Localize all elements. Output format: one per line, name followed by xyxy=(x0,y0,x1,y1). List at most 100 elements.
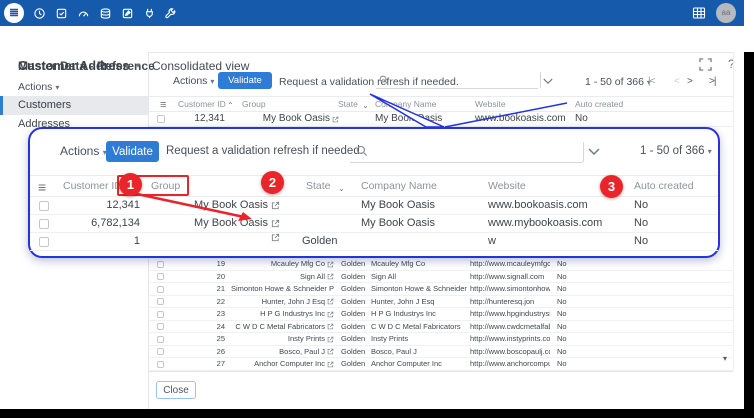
caret-down-icon[interactable]: ▾ xyxy=(125,62,129,71)
app-logo-icon[interactable]: ≣ xyxy=(4,3,24,23)
sort-down-icon[interactable]: ⌄ xyxy=(338,179,345,199)
external-link-icon[interactable] xyxy=(332,116,339,123)
plug-icon[interactable] xyxy=(143,7,156,20)
table-row[interactable]: 21Simonton Howe & Schneider PGoldenSimon… xyxy=(149,283,733,296)
form-edit-icon[interactable] xyxy=(121,7,134,20)
cell-customer-id: 12,341 xyxy=(60,197,140,214)
cell-state: Golden xyxy=(302,233,337,250)
database-icon[interactable] xyxy=(99,7,112,20)
cell-group[interactable] xyxy=(140,233,280,242)
external-link-icon[interactable] xyxy=(327,361,334,368)
row-range-selector[interactable]: 1 - 50 of 366 ▾ xyxy=(640,145,712,157)
table-row[interactable]: 20Sign AllGoldenSign Allhttp://www.signa… xyxy=(149,271,733,284)
task-check-icon[interactable] xyxy=(55,7,68,20)
column-header-state[interactable]: State xyxy=(306,176,331,196)
row-checkbox[interactable] xyxy=(157,348,164,355)
cell-group[interactable]: Sign All xyxy=(209,271,334,283)
sidebar-actions-menu[interactable]: Actions ▾ xyxy=(18,81,59,93)
column-header-customer-id[interactable]: Customer ID xyxy=(63,176,122,196)
row-checkbox[interactable] xyxy=(157,273,164,280)
user-avatar[interactable]: aa xyxy=(716,3,736,23)
row-checkbox[interactable] xyxy=(157,261,164,268)
external-link-icon[interactable] xyxy=(327,336,334,343)
table-row[interactable]: 27Anchor Computer IncGoldenAnchor Comput… xyxy=(149,358,733,371)
wrench-icon[interactable] xyxy=(164,7,177,20)
table-row[interactable]: 22Hunter, John J EsqGoldenHunter, John J… xyxy=(149,296,733,309)
external-link-icon[interactable] xyxy=(327,261,334,268)
cell-auto-created: No xyxy=(557,346,567,358)
sidebar-title[interactable]: Customer Address xyxy=(18,59,129,73)
pagination-first[interactable]: |< xyxy=(648,76,654,87)
row-checkbox[interactable] xyxy=(39,201,49,211)
row-checkbox[interactable] xyxy=(157,298,164,305)
clock-icon[interactable] xyxy=(33,7,46,20)
table-menu-icon[interactable]: ≡ xyxy=(38,177,46,197)
column-header-auto-created[interactable]: Auto created xyxy=(575,97,623,111)
table-row[interactable]: 19Mcauley Mfg CoGoldenMcauley Mfg Cohttp… xyxy=(149,258,733,271)
pagination-last[interactable]: >| xyxy=(709,76,715,87)
external-link-icon[interactable] xyxy=(271,233,280,242)
cell-group[interactable]: Simonton Howe & Schneider P xyxy=(209,283,334,295)
apps-grid-icon[interactable] xyxy=(692,6,706,20)
sidebar-item-customers[interactable]: Customers xyxy=(0,96,148,115)
table-row[interactable]: 1 Golden w No xyxy=(30,233,718,251)
cell-auto-created: No xyxy=(557,271,567,283)
cell-group[interactable]: Anchor Computer Inc xyxy=(209,358,334,370)
fullscreen-icon[interactable] xyxy=(699,58,712,71)
validate-button[interactable]: Validate xyxy=(218,72,272,89)
row-checkbox[interactable] xyxy=(157,311,164,318)
table-row[interactable]: 23H P G Industrys IncGoldenH P G Industr… xyxy=(149,308,733,321)
close-button[interactable]: Close xyxy=(156,381,196,399)
cell-group[interactable]: Hunter, John J Esq xyxy=(209,296,334,308)
cell-group[interactable]: My Book Oasis xyxy=(209,112,339,126)
column-header-customer-id[interactable]: Customer ID xyxy=(178,97,226,111)
column-header-auto-created[interactable]: Auto created xyxy=(634,176,694,196)
external-link-icon[interactable] xyxy=(327,311,334,318)
table-row[interactable]: 24C W D C Metal FabricatorsGoldenC W D C… xyxy=(149,321,733,334)
external-link-icon[interactable] xyxy=(271,201,280,210)
column-header-company[interactable]: Company Name xyxy=(361,176,437,196)
validate-button[interactable]: Validate xyxy=(106,141,159,162)
cell-company: My Book Oasis xyxy=(361,197,435,214)
column-header-website[interactable]: Website xyxy=(488,176,526,196)
actions-menu[interactable]: Actions ▾ xyxy=(60,144,107,158)
table-row[interactable]: 26Bosco, Paul JGoldenBosco, Paul Jhttp:/… xyxy=(149,346,733,359)
cell-group[interactable]: C W D C Metal Fabricators xyxy=(209,321,334,333)
cell-company: Mcauley Mfg Co xyxy=(371,258,467,270)
external-link-icon[interactable] xyxy=(271,219,280,228)
chevron-down-icon[interactable] xyxy=(588,148,600,156)
pagination-next[interactable]: > xyxy=(687,76,692,87)
table-row[interactable]: 25Insty PrintsGoldenInsty Printshttp://w… xyxy=(149,333,733,346)
row-checkbox[interactable] xyxy=(39,219,49,229)
cell-group[interactable]: Bosco, Paul J xyxy=(209,346,334,358)
row-checkbox[interactable] xyxy=(157,115,165,123)
row-checkbox[interactable] xyxy=(39,237,49,247)
cell-company: Sign All xyxy=(371,271,467,283)
search-input[interactable] xyxy=(350,140,583,163)
row-range-selector[interactable]: 1 - 50 of 366 ▾ xyxy=(585,76,651,88)
table-menu-icon[interactable]: ≡ xyxy=(160,98,166,112)
cell-auto-created: No xyxy=(634,197,648,214)
search-input[interactable] xyxy=(376,70,538,89)
row-checkbox[interactable] xyxy=(157,286,164,293)
pagination-prev[interactable]: < xyxy=(674,76,679,87)
external-link-icon[interactable] xyxy=(327,323,334,330)
cell-group[interactable]: Insty Prints xyxy=(209,333,334,345)
sort-asc-icon[interactable]: ⌃ xyxy=(227,99,234,113)
cell-group[interactable]: H P G Industrys Inc xyxy=(209,308,334,320)
external-link-icon[interactable] xyxy=(327,273,334,280)
row-checkbox[interactable] xyxy=(157,361,164,368)
caret-down-icon[interactable]: ▾ xyxy=(136,61,140,70)
chevron-down-icon[interactable] xyxy=(543,78,553,85)
cell-group[interactable]: Mcauley Mfg Co xyxy=(209,258,334,270)
external-link-icon[interactable] xyxy=(327,298,334,305)
actions-menu[interactable]: Actions ▾ xyxy=(173,75,214,87)
row-checkbox[interactable] xyxy=(157,323,164,330)
column-header-state[interactable]: State xyxy=(338,97,358,111)
divider xyxy=(149,371,733,372)
gauge-icon[interactable] xyxy=(77,7,90,20)
row-checkbox[interactable] xyxy=(157,336,164,343)
scrollbar-down-button[interactable]: ▾ xyxy=(719,352,731,366)
column-header-group[interactable]: Group xyxy=(242,97,266,111)
external-link-icon[interactable] xyxy=(327,348,334,355)
